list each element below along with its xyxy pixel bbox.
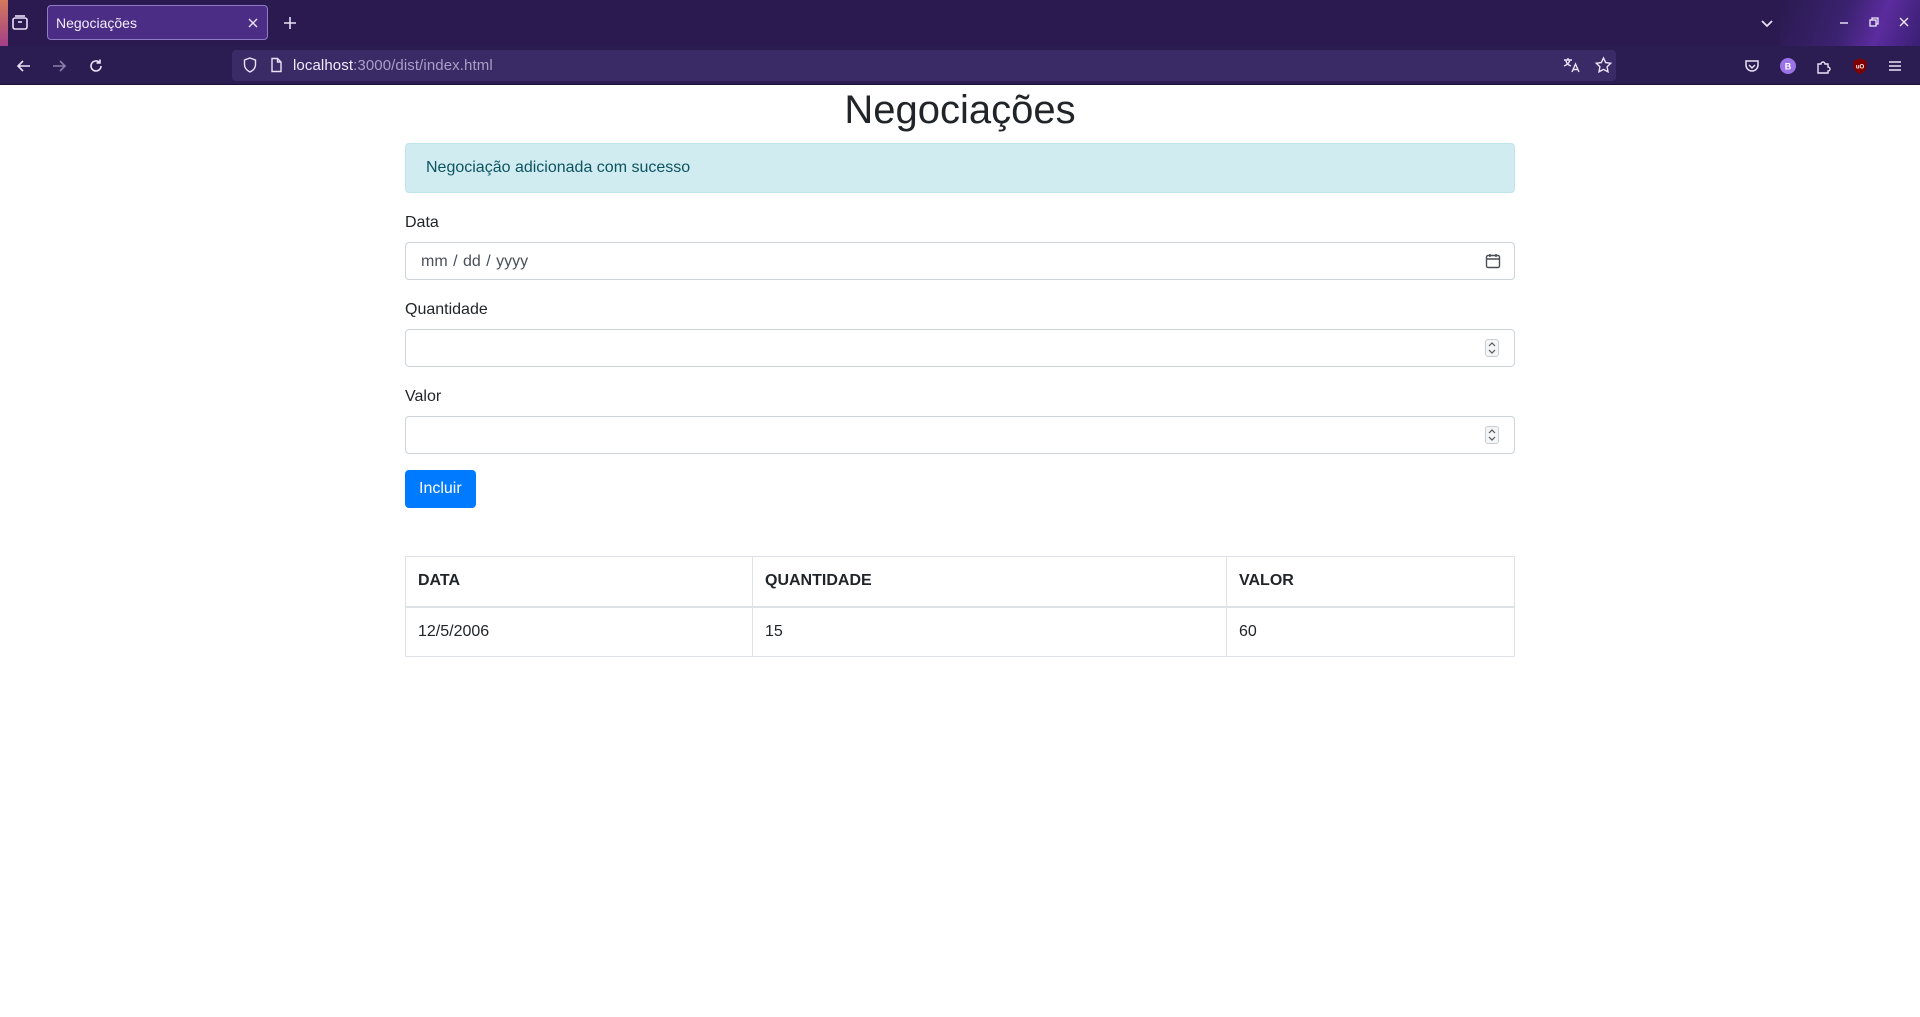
pocket-icon[interactable] <box>1739 53 1765 79</box>
alert-message: Negociação adicionada com sucesso <box>426 159 691 176</box>
browser-tab-bar: Negociações <box>0 0 1920 46</box>
number-stepper-icon[interactable] <box>1485 339 1499 357</box>
close-window-icon[interactable] <box>1892 10 1916 34</box>
quantidade-form-group: Quantidade <box>405 300 1515 367</box>
url-host: localhost <box>293 57 354 74</box>
bookmark-star-icon[interactable] <box>1594 56 1613 80</box>
url-path: :3000/dist/index.html <box>353 57 493 74</box>
page-info-icon[interactable] <box>267 56 285 79</box>
tab-title: Negociações <box>56 14 137 31</box>
svg-text:B: B <box>1785 62 1792 72</box>
valor-form-group: Valor <box>405 387 1515 454</box>
quantidade-number-input[interactable] <box>405 329 1515 367</box>
negociacoes-table: DATA QUANTIDADE VALOR 12/5/2006 15 60 <box>405 556 1515 657</box>
page-title: Negociações <box>844 88 1076 132</box>
address-bar[interactable]: localhost:3000/dist/index.html <box>232 50 1616 81</box>
column-header-data: DATA <box>405 556 753 608</box>
url-text[interactable]: localhost:3000/dist/index.html <box>293 57 493 74</box>
number-stepper-icon[interactable] <box>1485 426 1499 444</box>
column-header-valor: VALOR <box>1226 556 1515 608</box>
extensions-puzzle-icon[interactable] <box>1811 53 1837 79</box>
browser-tab-active[interactable]: Negociações <box>47 5 268 40</box>
quantidade-label: Quantidade <box>405 301 488 318</box>
close-tab-icon[interactable] <box>241 11 265 35</box>
incluir-button[interactable]: Incluir <box>405 470 476 508</box>
table-header-row: DATA QUANTIDADE VALOR <box>405 556 1515 608</box>
data-date-input[interactable]: mm / dd / yyyy <box>405 242 1515 280</box>
browser-nav-bar: localhost:3000/dist/index.html B uO <box>0 46 1920 85</box>
data-form-group: Data mm / dd / yyyy <box>405 213 1515 280</box>
valor-label: Valor <box>405 388 442 405</box>
calendar-icon[interactable] <box>1484 252 1502 270</box>
data-label: Data <box>405 214 439 231</box>
new-tab-icon[interactable] <box>278 11 302 35</box>
back-arrow-icon[interactable] <box>11 53 37 79</box>
page-content: Negociações Negociação adicionada com su… <box>0 85 1920 1017</box>
table-row: 12/5/2006 15 60 <box>405 606 1515 657</box>
valor-number-input[interactable] <box>405 416 1515 454</box>
shield-icon[interactable] <box>241 56 259 79</box>
main-container: Negociações Negociação adicionada com su… <box>405 85 1515 657</box>
restore-window-icon[interactable] <box>1862 10 1886 34</box>
tab-list-icon[interactable] <box>8 11 32 35</box>
success-alert: Negociação adicionada com sucesso <box>405 143 1515 193</box>
account-avatar-icon[interactable]: B <box>1775 53 1801 79</box>
date-placeholder: mm / dd / yyyy <box>421 253 529 270</box>
svg-text:uO: uO <box>1856 65 1865 71</box>
cell-valor: 60 <box>1226 606 1515 657</box>
theme-decoration <box>0 0 8 46</box>
column-header-quantidade: QUANTIDADE <box>752 556 1227 608</box>
forward-arrow-icon[interactable] <box>46 53 72 79</box>
hamburger-menu-icon[interactable] <box>1882 53 1908 79</box>
cell-quantidade: 15 <box>752 606 1227 657</box>
minimize-window-icon[interactable] <box>1832 10 1856 34</box>
translate-icon[interactable] <box>1562 56 1581 80</box>
cell-data: 12/5/2006 <box>405 606 753 657</box>
reload-icon[interactable] <box>83 53 109 79</box>
chevron-down-icon[interactable] <box>1755 11 1779 35</box>
ublock-origin-icon[interactable]: uO <box>1847 53 1873 79</box>
